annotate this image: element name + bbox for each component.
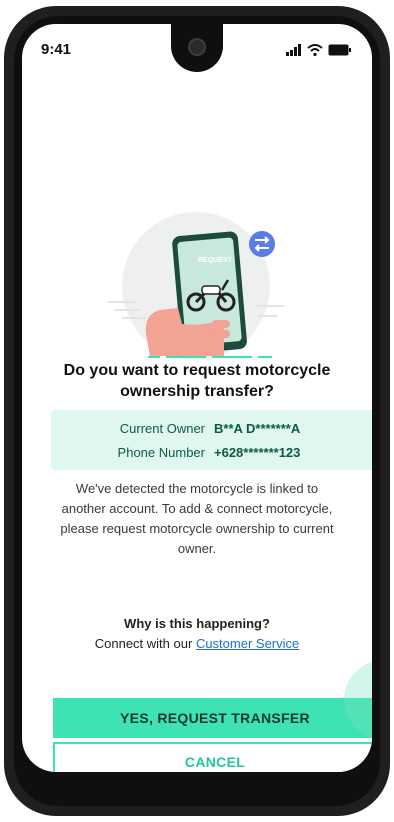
signal-icon [286, 44, 301, 56]
owner-label: Current Owner [119, 421, 205, 436]
phone-frame: 9:41 REQUEST Do you want to request moto… [4, 6, 390, 816]
dialog-description: We've detected the motorcycle is linked … [48, 479, 346, 559]
phone-label: Phone Number [117, 445, 205, 460]
request-transfer-button[interactable]: YES, REQUEST TRANSFER [53, 698, 372, 738]
phone-bezel: 9:41 REQUEST Do you want to request moto… [14, 16, 380, 806]
desc-line4: owner. [177, 541, 217, 556]
desc-line1: We've detected the motorcycle is linked … [75, 481, 319, 496]
owner-info-box: Current Owner B**A D*******A Phone Numbe… [51, 410, 372, 470]
transfer-arrows-icon [249, 231, 275, 257]
wifi-icon [307, 44, 323, 56]
desc-line2: another account. To add & connect motorc… [61, 501, 333, 516]
status-time: 9:41 [41, 41, 72, 58]
why-heading: Why is this happening? [124, 616, 270, 631]
screen: 9:41 REQUEST Do you want to request moto… [22, 24, 372, 772]
phone-tag: REQUEST [198, 257, 233, 264]
status-icons [286, 44, 352, 56]
dialog-title: Do you want to request motorcycle owners… [42, 360, 352, 402]
customer-service-link[interactable]: Customer Service [196, 636, 299, 651]
owner-value: B**A D*******A [214, 421, 301, 436]
phone-value: +628*******123 [214, 445, 301, 460]
phone-row: Phone Number +628*******123 [51, 445, 372, 460]
connect-text: Connect with our [94, 636, 193, 651]
camera-icon [188, 38, 206, 56]
dialog-title-line2: ownership transfer? [120, 383, 274, 400]
battery-icon [328, 44, 351, 56]
owner-row: Current Owner B**A D*******A [51, 421, 372, 436]
desc-line3: please request motorcycle ownership to c… [60, 521, 334, 536]
transfer-illustration: REQUEST [108, 212, 284, 360]
dialog-title-line1: Do you want to request motorcycle [63, 362, 331, 379]
cancel-button[interactable]: CANCEL [53, 742, 372, 772]
connect-line: Connect with our Customer Service [42, 636, 352, 651]
